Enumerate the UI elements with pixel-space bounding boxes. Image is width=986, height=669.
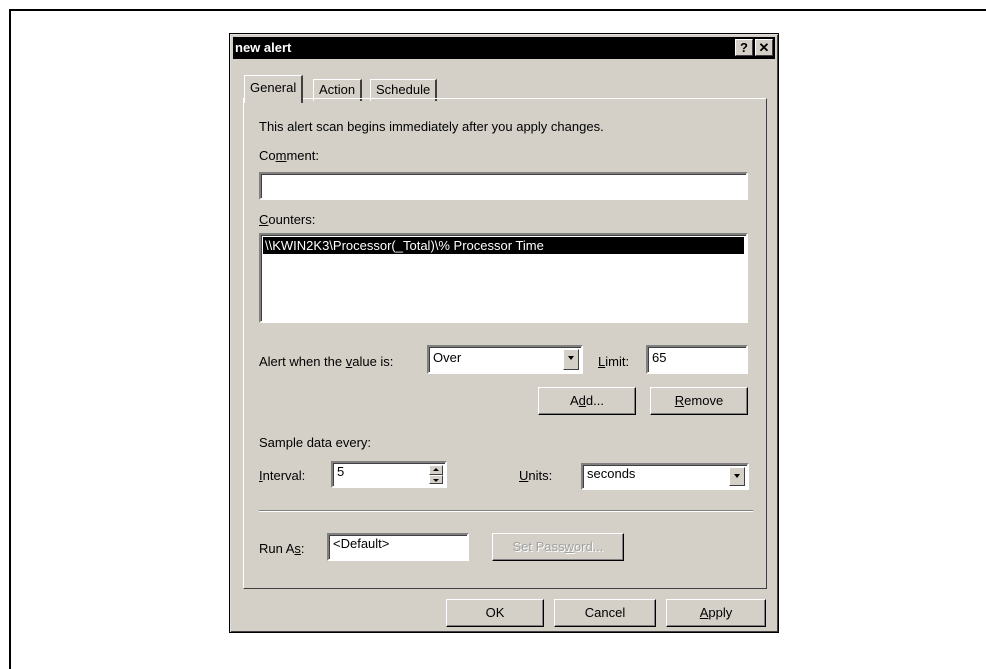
set-password-button[interactable]: Set Password... [492, 533, 624, 561]
counters-label-mnemonic: C [259, 212, 269, 227]
units-label-mnemonic: U [519, 468, 529, 483]
add-label-post: d... [585, 393, 604, 408]
runas-label-pre: Run A [259, 541, 295, 556]
title-bar[interactable]: new alert ? ✕ [233, 37, 775, 59]
limit-label: Limit: [598, 354, 629, 369]
alert-condition-value: Over [433, 350, 462, 365]
ok-button[interactable]: OK [446, 599, 544, 627]
alert-label-post: alue is: [352, 354, 394, 369]
remove-label-mnemonic: R [674, 393, 685, 408]
tab-general[interactable]: General [244, 75, 304, 103]
spin-down-icon[interactable] [429, 474, 443, 484]
alert-condition-dropdown[interactable]: Over [427, 345, 583, 374]
new-alert-dialog: new alert ? ✕ General Action Schedule Th… [229, 33, 779, 633]
chevron-down-icon[interactable] [729, 467, 745, 486]
spin-up-icon[interactable] [429, 465, 443, 475]
alert-when-label: Alert when the value is: [259, 354, 393, 369]
set-password-pre: Set Pass [512, 539, 565, 554]
add-label-pre: A [570, 393, 579, 408]
units-label: Units: [519, 468, 552, 483]
interval-label: Interval: [259, 468, 305, 483]
close-button[interactable]: ✕ [755, 39, 773, 56]
limit-input[interactable]: 65 [646, 345, 748, 374]
apply-button[interactable]: Apply [666, 599, 766, 627]
remove-button[interactable]: Remove [650, 387, 748, 415]
run-as-label: Run As: [259, 541, 305, 556]
interval-label-post: nterval: [262, 468, 306, 483]
chevron-down-icon[interactable] [563, 349, 579, 370]
comment-label: Comment: [259, 148, 319, 163]
units-value: seconds [587, 466, 636, 481]
apply-label-post: pply [708, 605, 733, 620]
spin-buttons[interactable] [429, 465, 443, 484]
counter-list-item[interactable]: \\KWIN2K3\Processor(_Total)\% Processor … [263, 237, 744, 254]
cancel-button[interactable]: Cancel [554, 599, 656, 627]
units-dropdown[interactable]: seconds [581, 463, 749, 490]
sample-data-label: Sample data every: [259, 435, 372, 450]
add-label-mnemonic: d [578, 393, 586, 408]
comment-label-pre: Co [259, 148, 276, 163]
separator [259, 510, 753, 512]
remove-label-post: emove [684, 393, 724, 408]
alert-label-pre: Alert when the [259, 354, 346, 369]
comment-label-mnemonic: m [275, 148, 287, 163]
set-password-mnemonic: w [564, 539, 574, 554]
run-as-input[interactable]: <Default> [327, 533, 469, 561]
intro-text: This alert scan begins immediately after… [259, 119, 604, 134]
set-password-post: ord... [573, 539, 604, 554]
counters-list[interactable]: \\KWIN2K3\Processor(_Total)\% Processor … [259, 233, 748, 323]
dialog-title: new alert [235, 40, 292, 55]
general-tab-panel: This alert scan begins immediately after… [243, 98, 767, 589]
add-button[interactable]: Add... [538, 387, 636, 415]
help-button[interactable]: ? [735, 39, 753, 56]
interval-stepper[interactable]: 5 [331, 461, 447, 488]
counters-label: Counters: [259, 212, 315, 227]
interval-value: 5 [337, 464, 345, 479]
units-label-post: nits: [528, 468, 553, 483]
limit-label-post: imit: [605, 354, 630, 369]
comment-label-post: ment: [286, 148, 319, 163]
runas-label-post: : [300, 541, 305, 556]
counters-label-post: ounters: [268, 212, 316, 227]
comment-input[interactable] [259, 172, 748, 200]
